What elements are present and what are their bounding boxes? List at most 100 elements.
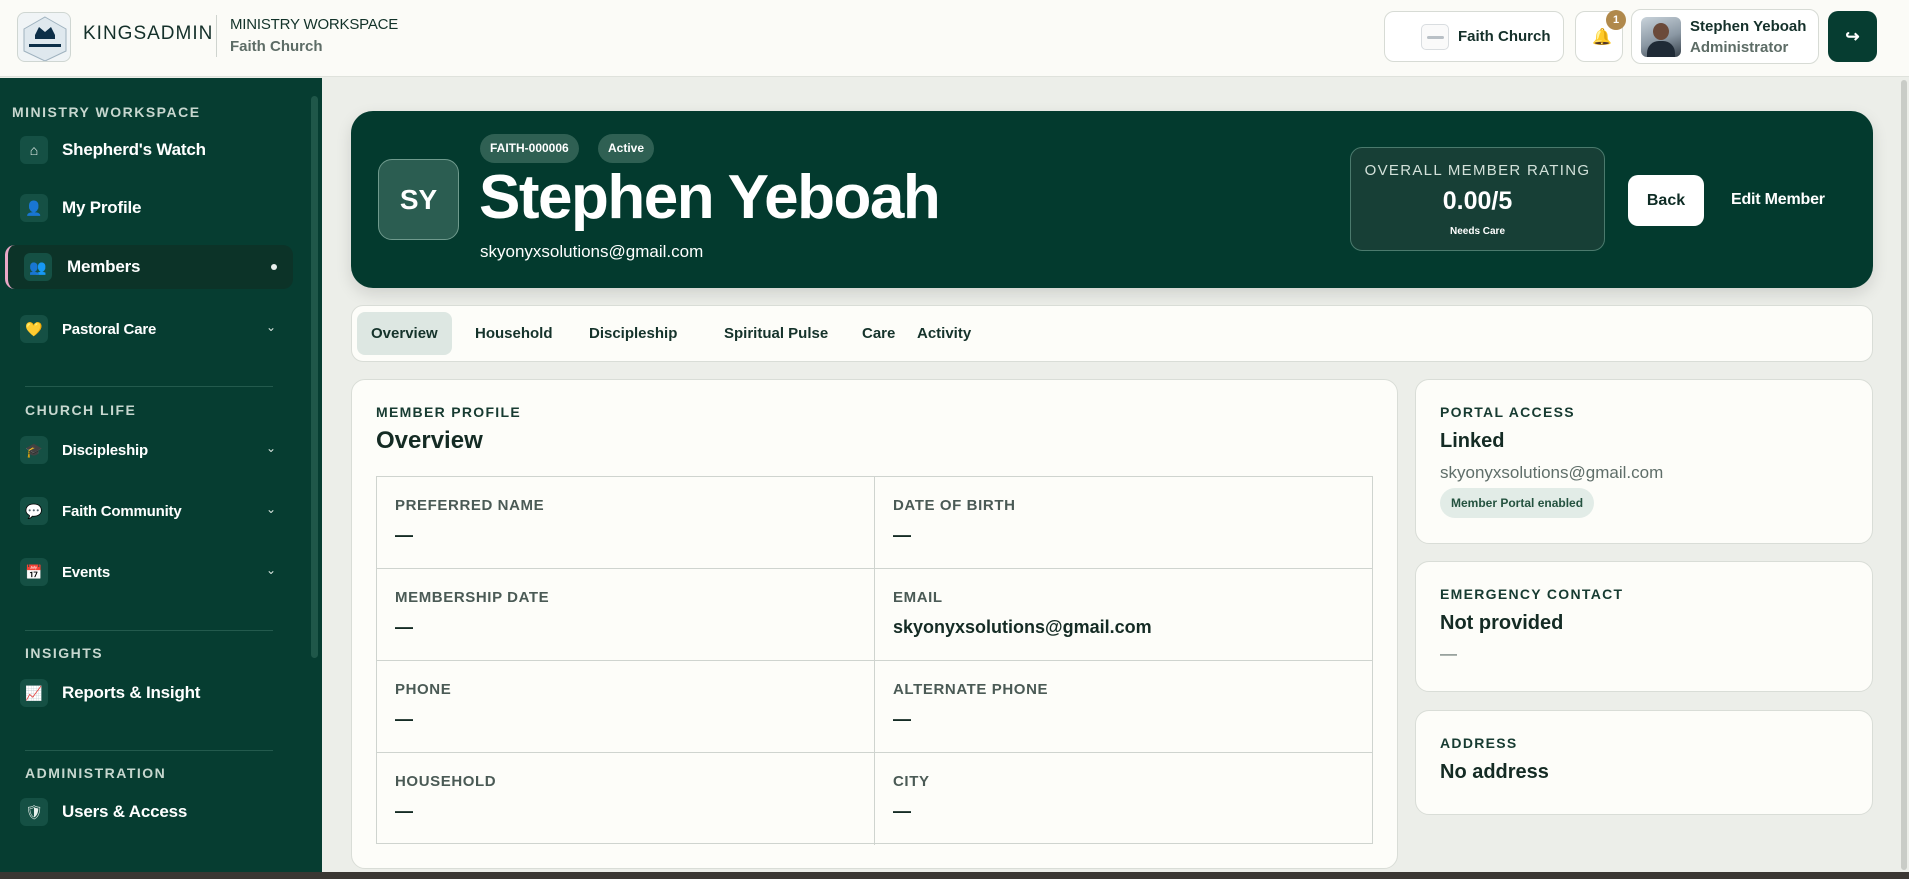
sidebar-item-label: Events <box>62 564 110 581</box>
field-value: — <box>893 709 911 729</box>
chevron-down-icon: ⌄ <box>265 563 276 577</box>
workspace-subtitle: Faith Church <box>230 38 323 55</box>
field-value: — <box>395 709 413 729</box>
field-label: EMAIL <box>893 589 943 606</box>
tab-activity[interactable]: Activity <box>903 312 985 355</box>
sidebar-item-faith-community[interactable]: 💬 Faith Community ⌄ <box>16 489 286 533</box>
sidebar-scrollbar[interactable] <box>311 96 318 658</box>
sidebar-item-label: Users & Access <box>62 802 188 821</box>
notification-count-badge: 1 <box>1606 10 1626 30</box>
field-value: — <box>893 525 911 545</box>
edit-member-button[interactable]: Edit Member <box>1731 191 1825 209</box>
logout-button[interactable]: ↪ <box>1828 11 1877 62</box>
active-indicator-dot <box>271 264 277 270</box>
chevron-down-icon: ⌄ <box>265 320 276 334</box>
sidebar-item-label: Faith Community <box>62 503 182 520</box>
portal-status: Linked <box>1440 430 1505 452</box>
sidebar-item-members[interactable]: 👥 Members <box>5 245 293 289</box>
tab-spiritual-pulse[interactable]: Spiritual Pulse <box>710 312 842 355</box>
field-value: — <box>893 801 911 821</box>
kingsadmin-logo[interactable] <box>17 12 71 62</box>
member-details-grid: PREFERRED NAME — DATE OF BIRTH — MEMBERS… <box>376 476 1373 845</box>
group-icon: 👥 <box>24 253 52 281</box>
church-selector-label: Faith Church <box>1458 28 1551 45</box>
tab-household[interactable]: Household <box>461 312 567 355</box>
sidebar-item-users-access[interactable]: 🛡 Users & Access <box>16 790 286 834</box>
address-status: No address <box>1440 761 1549 783</box>
sidebar-item-label: My Profile <box>62 198 142 217</box>
field-preferred-name: PREFERRED NAME — <box>377 477 875 569</box>
field-city: CITY — <box>875 753 1373 845</box>
user-role: Administrator <box>1690 39 1789 56</box>
field-value: — <box>395 617 413 637</box>
field-alternate-phone: ALTERNATE PHONE — <box>875 661 1373 753</box>
sidebar-item-pastoral-care[interactable]: 💛 Pastoral Care ⌄ <box>16 307 286 351</box>
sidebar-item-my-profile[interactable]: 👤 My Profile <box>16 186 286 230</box>
member-email: skyonyxsolutions@gmail.com <box>480 242 704 261</box>
portal-access-card: PORTAL ACCESS Linked skyonyxsolutions@gm… <box>1415 379 1873 544</box>
member-tabs: Overview Household Discipleship Spiritua… <box>351 305 1873 362</box>
church-logo-icon <box>1421 24 1449 50</box>
sidebar-divider <box>25 386 273 387</box>
top-bar: KINGSADMIN MINISTRY WORKSPACE Faith Chur… <box>0 0 1909 77</box>
sidebar-item-label: Members <box>67 257 141 276</box>
chart-icon: 📈 <box>20 679 48 707</box>
emergency-contact-card: EMERGENCY CONTACT Not provided — <box>1415 561 1873 692</box>
sidebar-item-reports-insight[interactable]: 📈 Reports & Insight <box>16 671 286 715</box>
field-label: CITY <box>893 773 930 790</box>
field-label: DATE OF BIRTH <box>893 497 1016 514</box>
rating-label: OVERALL MEMBER RATING <box>1364 162 1591 179</box>
workspace-title: MINISTRY WORKSPACE <box>230 16 399 33</box>
address-eyebrow: ADDRESS <box>1440 735 1518 751</box>
field-email: EMAIL skyonyxsolutions@gmail.com <box>875 569 1373 661</box>
chevron-down-icon: ⌄ <box>265 502 276 516</box>
portal-email: skyonyxsolutions@gmail.com <box>1440 463 1664 482</box>
sidebar-item-label: Reports & Insight <box>62 683 201 702</box>
sidebar-section-ministry-workspace: MINISTRY WORKSPACE <box>12 104 201 120</box>
notifications-button[interactable]: 🔔 1 <box>1575 10 1626 62</box>
bell-icon: 🔔 <box>1592 29 1612 46</box>
field-label: HOUSEHOLD <box>395 773 497 790</box>
person-icon: 👤 <box>20 194 48 222</box>
page-scrollbar[interactable] <box>1899 78 1909 872</box>
shield-icon: 🛡 <box>20 798 48 826</box>
sidebar-item-shepherds-watch[interactable]: ⌂ Shepherd's Watch <box>16 128 286 172</box>
sidebar-item-label: Pastoral Care <box>62 321 157 338</box>
calendar-icon: 📅 <box>20 558 48 586</box>
sidebar-item-discipleship[interactable]: 🎓 Discipleship ⌄ <box>16 428 286 472</box>
home-icon: ⌂ <box>20 136 48 164</box>
member-id-badge: FAITH-000006 <box>480 134 579 163</box>
overall-rating-panel: OVERALL MEMBER RATING 0.00/5 Needs Care <box>1350 147 1605 251</box>
field-label: PREFERRED NAME <box>395 497 545 514</box>
field-phone: PHONE — <box>377 661 875 753</box>
field-household: HOUSEHOLD — <box>377 753 875 845</box>
tab-care[interactable]: Care <box>848 312 909 355</box>
heart-hands-icon: 💛 <box>20 315 48 343</box>
user-menu[interactable]: Stephen Yeboah Administrator <box>1631 9 1819 64</box>
back-button[interactable]: Back <box>1628 175 1704 226</box>
sidebar-item-label: Discipleship <box>62 442 148 459</box>
field-label: ALTERNATE PHONE <box>893 681 1049 698</box>
field-value[interactable]: skyonyxsolutions@gmail.com <box>893 617 1152 638</box>
sidebar-divider <box>25 630 273 631</box>
chat-bubble-icon: 💬 <box>20 497 48 525</box>
field-membership-date: MEMBERSHIP DATE — <box>377 569 875 661</box>
user-name: Stephen Yeboah <box>1690 18 1807 35</box>
crown-logo-icon <box>23 16 67 61</box>
field-label: MEMBERSHIP DATE <box>395 589 550 606</box>
tab-discipleship[interactable]: Discipleship <box>575 312 691 355</box>
sidebar-item-label: Shepherd's Watch <box>62 140 206 159</box>
graduation-cap-icon: 🎓 <box>20 436 48 464</box>
brand-divider <box>216 15 217 57</box>
sidebar-item-events[interactable]: 📅 Events ⌄ <box>16 550 286 594</box>
user-avatar <box>1641 17 1681 57</box>
field-date-of-birth: DATE OF BIRTH — <box>875 477 1373 569</box>
rating-status: Needs Care <box>1449 226 1506 237</box>
member-initials-avatar: SY <box>378 159 459 240</box>
portal-access-eyebrow: PORTAL ACCESS <box>1440 404 1575 420</box>
emergency-contact-value: — <box>1440 644 1457 663</box>
church-selector[interactable]: Faith Church <box>1384 11 1564 62</box>
tab-overview[interactable]: Overview <box>357 312 452 355</box>
status-badge: Active <box>598 134 655 163</box>
overview-title: Overview <box>376 427 483 454</box>
